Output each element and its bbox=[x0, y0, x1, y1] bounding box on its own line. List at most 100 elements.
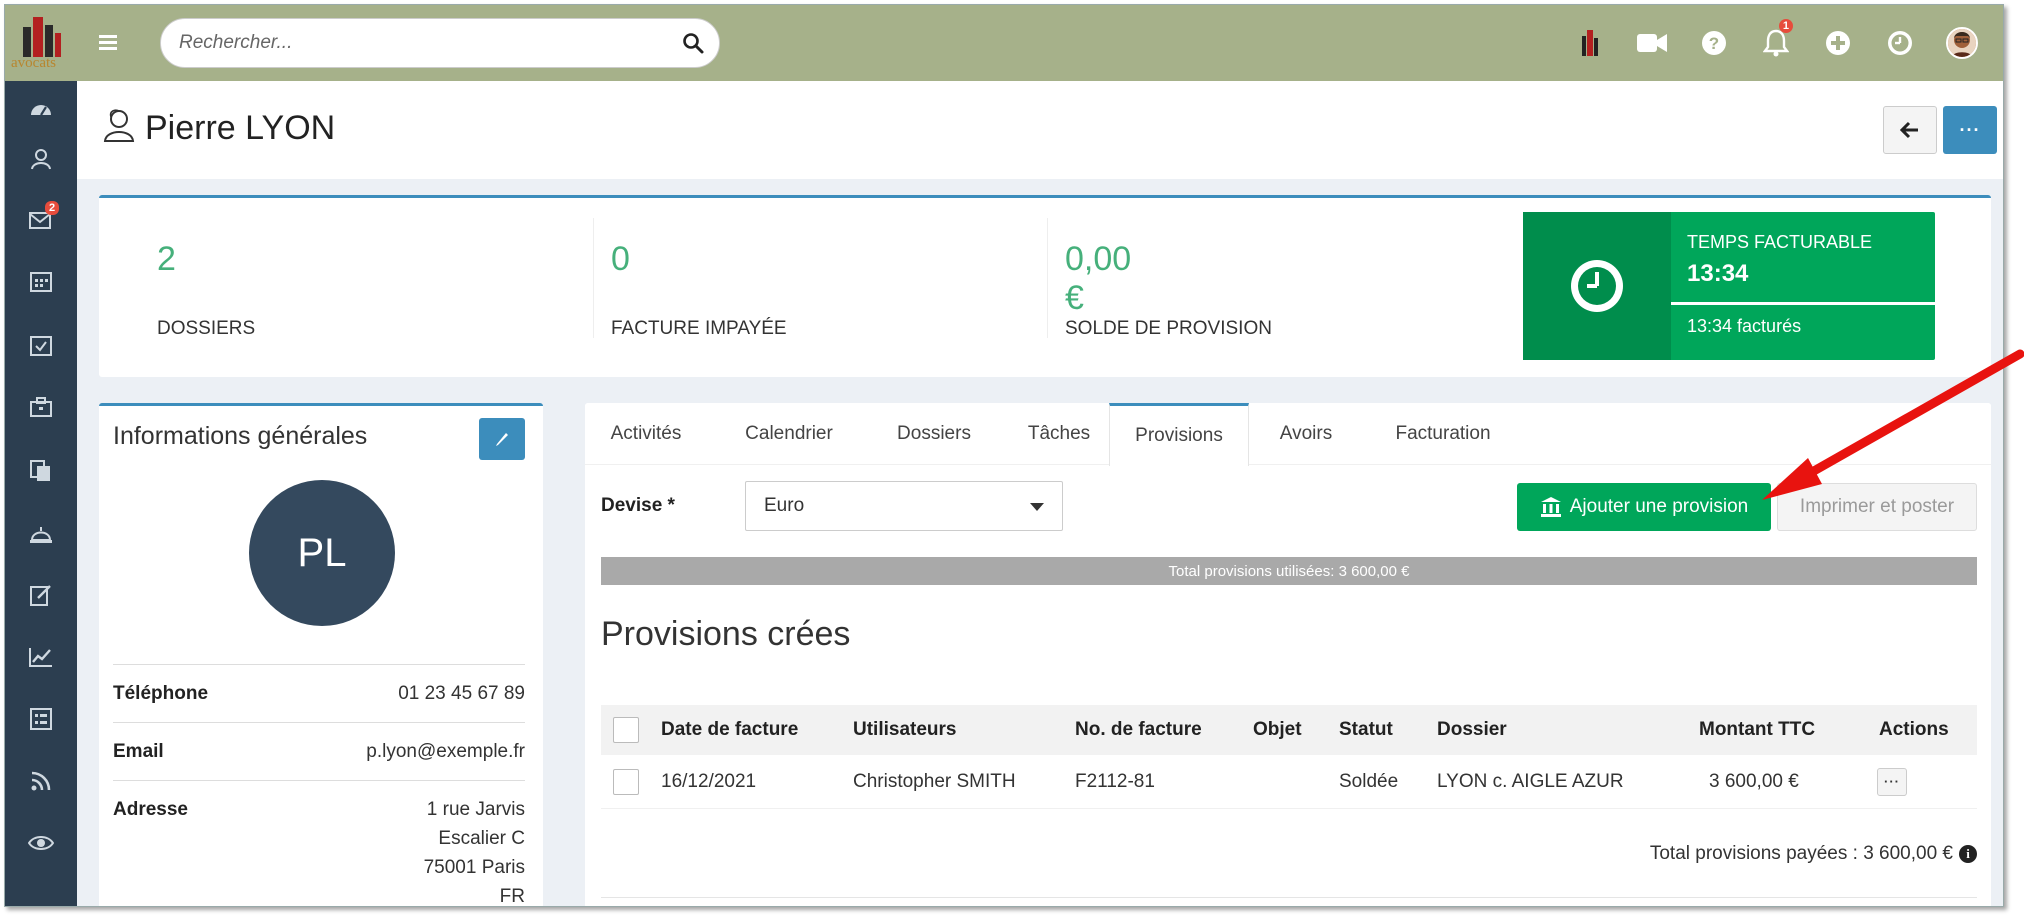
edit-icon[interactable] bbox=[5, 575, 77, 615]
address-label: Adresse bbox=[113, 799, 188, 820]
app-logo[interactable]: avocats bbox=[5, 5, 77, 81]
logo-icon bbox=[23, 17, 61, 57]
divider bbox=[1047, 218, 1048, 338]
cell-invoice-number[interactable]: F2112-81 bbox=[1075, 755, 1155, 808]
mail-badge: 2 bbox=[45, 201, 60, 215]
email-label: Email bbox=[113, 741, 164, 762]
address-value: 1 rue Jarvis Escalier C 75001 Paris FR bbox=[423, 795, 525, 907]
search-input[interactable] bbox=[179, 29, 659, 57]
tab-activites[interactable]: Activités bbox=[585, 403, 707, 465]
row-actions-button[interactable]: ··· bbox=[1877, 767, 1907, 796]
tab-facturation[interactable]: Facturation bbox=[1363, 403, 1523, 465]
search-icon[interactable] bbox=[681, 31, 705, 55]
column-header[interactable]: No. de facture bbox=[1075, 705, 1202, 755]
app-window: avocats ? 1 bbox=[4, 4, 2004, 907]
page-title: Pierre LYON bbox=[145, 109, 336, 147]
tab-calendrier[interactable]: Calendrier bbox=[707, 403, 871, 465]
documents-icon[interactable] bbox=[5, 451, 77, 491]
info-icon[interactable]: i bbox=[1959, 845, 1977, 863]
billable-time-value: 13:34 bbox=[1687, 260, 1749, 287]
divider bbox=[593, 218, 594, 338]
panel-title: Informations générales bbox=[113, 422, 368, 450]
tab-dossiers[interactable]: Dossiers bbox=[871, 403, 997, 465]
logo-text: avocats bbox=[11, 55, 56, 71]
stat-label: FACTURE IMPAYÉE bbox=[611, 318, 787, 339]
currency-select[interactable]: Euro bbox=[745, 481, 1063, 531]
table-row[interactable]: 16/12/2021 Christopher SMITH F2112-81 So… bbox=[601, 755, 1977, 809]
total-paid-text: Total provisions payées : 3 600,00 € bbox=[1649, 843, 1953, 864]
print-button[interactable]: Imprimer et poster bbox=[1777, 483, 1977, 531]
general-info-panel: Informations générales PL Téléphone 01 2… bbox=[99, 403, 543, 907]
address-line: 75001 Paris bbox=[423, 857, 525, 878]
stat-label: SOLDE DE PROVISION bbox=[1065, 318, 1272, 339]
divider bbox=[601, 897, 1977, 898]
select-all-cell bbox=[613, 705, 639, 755]
select-all-checkbox[interactable] bbox=[613, 717, 639, 743]
cell-date: 16/12/2021 bbox=[661, 770, 757, 792]
billable-time-box[interactable]: TEMPS FACTURABLE 13:34 13:34 facturés bbox=[1523, 212, 1935, 360]
bank-icon bbox=[1540, 497, 1561, 517]
back-button[interactable] bbox=[1883, 106, 1937, 154]
tab-taches[interactable]: Tâches bbox=[997, 403, 1121, 465]
phone-row: Téléphone 01 23 45 67 89 bbox=[113, 664, 525, 722]
cell-actions: ··· bbox=[1877, 755, 1907, 808]
column-header[interactable]: Statut bbox=[1339, 705, 1393, 755]
arrow-left-icon bbox=[1900, 121, 1918, 139]
user-avatar[interactable] bbox=[1931, 5, 1993, 81]
bell-icon[interactable]: 1 bbox=[1745, 5, 1807, 81]
notification-badge: 1 bbox=[1778, 19, 1793, 33]
add-provision-label: Ajouter une provision bbox=[1569, 496, 1749, 517]
video-icon[interactable] bbox=[1621, 5, 1683, 81]
billable-time-title: TEMPS FACTURABLE bbox=[1687, 232, 1873, 252]
eye-icon[interactable] bbox=[5, 823, 77, 863]
rss-icon[interactable] bbox=[5, 761, 77, 801]
currency-value: Euro bbox=[764, 495, 805, 516]
plus-circle-icon[interactable] bbox=[1807, 5, 1869, 81]
column-header[interactable]: Date de facture bbox=[661, 705, 798, 755]
help-icon[interactable]: ? bbox=[1683, 5, 1745, 81]
reception-icon[interactable] bbox=[5, 513, 77, 553]
clock-icon[interactable] bbox=[1869, 5, 1931, 81]
email-value[interactable]: p.lyon@exemple.fr bbox=[366, 741, 525, 763]
row-select-cell bbox=[613, 755, 639, 808]
tasks-icon[interactable] bbox=[5, 325, 77, 365]
top-bar: avocats ? 1 bbox=[5, 5, 2003, 81]
table-header: Date de facture Utilisateurs No. de fact… bbox=[601, 705, 1977, 755]
briefcase-icon[interactable] bbox=[5, 387, 77, 427]
address-line: FR bbox=[499, 886, 525, 907]
main-panel: Activités Calendrier Dossiers Tâches Pro… bbox=[585, 403, 1991, 906]
clock-icon-wrap bbox=[1523, 212, 1671, 360]
menu-toggle-icon[interactable] bbox=[97, 31, 121, 55]
phone-label: Téléphone bbox=[113, 683, 209, 704]
chart-icon[interactable] bbox=[5, 637, 77, 677]
email-row: Email p.lyon@exemple.fr bbox=[113, 722, 525, 780]
phone-value[interactable]: 01 23 45 67 89 bbox=[398, 683, 525, 705]
stat-value: 0 bbox=[611, 240, 630, 278]
sidebar: 2 bbox=[5, 81, 77, 906]
row-checkbox[interactable] bbox=[613, 768, 639, 795]
column-header[interactable]: Dossier bbox=[1437, 705, 1507, 755]
list-icon[interactable] bbox=[5, 699, 77, 739]
column-header[interactable]: Montant TTC bbox=[1699, 705, 1815, 755]
cell-amount: 3 600,00 € bbox=[1709, 770, 1799, 792]
contacts-icon[interactable] bbox=[5, 139, 77, 179]
dashboard-icon[interactable] bbox=[5, 89, 77, 129]
edit-button[interactable] bbox=[479, 418, 525, 460]
divider bbox=[1671, 302, 1935, 305]
address-line: 1 rue Jarvis bbox=[426, 799, 525, 820]
calendar-icon[interactable] bbox=[5, 261, 77, 301]
search-box bbox=[160, 18, 720, 68]
tab-provisions[interactable]: Provisions bbox=[1109, 403, 1249, 466]
currency-label: Devise * bbox=[601, 495, 675, 516]
more-button[interactable]: ··· bbox=[1943, 106, 1997, 154]
column-header[interactable]: Utilisateurs bbox=[853, 705, 956, 755]
clock-icon bbox=[1571, 260, 1623, 312]
mail-icon[interactable]: 2 bbox=[5, 201, 77, 241]
column-header[interactable]: Objet bbox=[1253, 705, 1302, 755]
app-logo-icon[interactable] bbox=[1559, 5, 1621, 81]
cell-dossier[interactable]: LYON c. AIGLE AZUR bbox=[1437, 755, 1624, 808]
add-provision-button[interactable]: Ajouter une provision bbox=[1517, 483, 1771, 531]
cell-user: Christopher SMITH bbox=[853, 770, 1016, 792]
tab-avoirs[interactable]: Avoirs bbox=[1249, 403, 1363, 465]
stats-box: 2 DOSSIERS 0 FACTURE IMPAYÉE 0,00 € SOLD… bbox=[99, 195, 1991, 377]
